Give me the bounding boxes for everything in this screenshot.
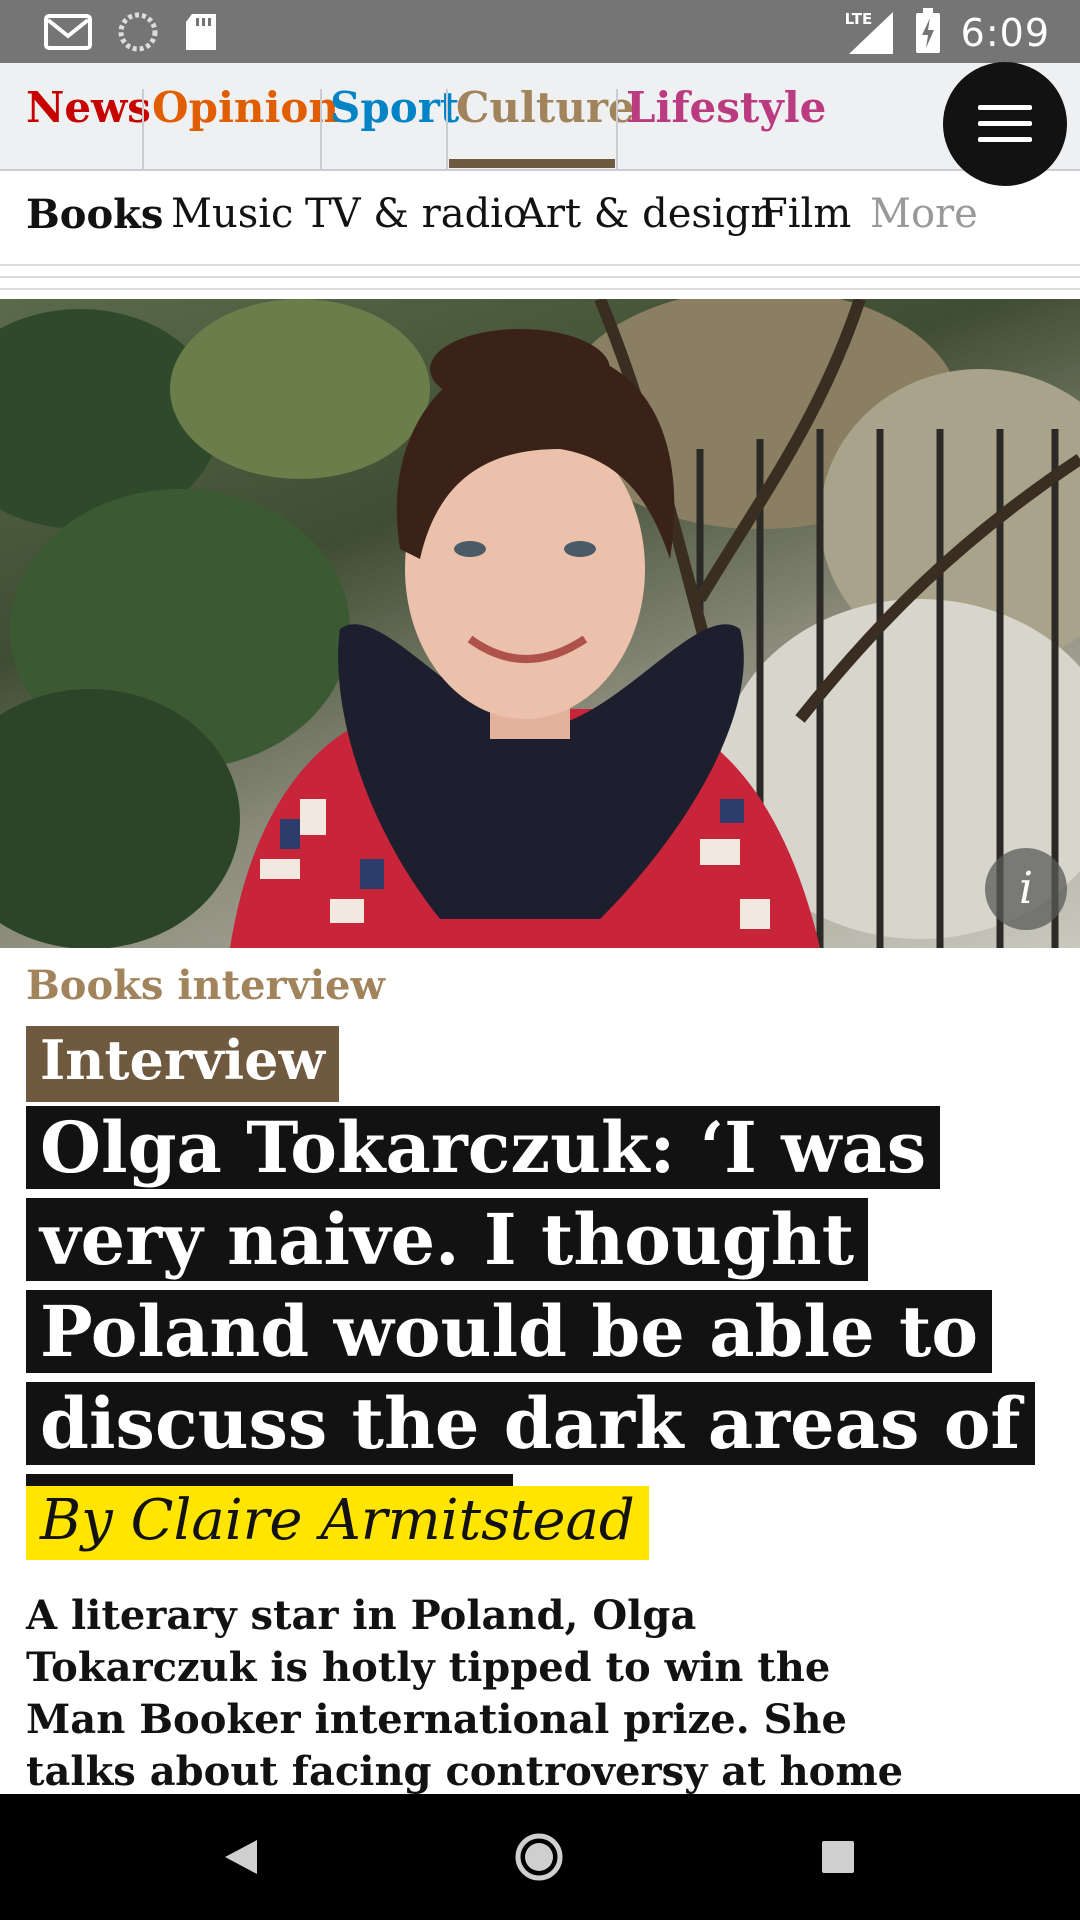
subnav-more[interactable]: More	[870, 191, 978, 237]
network-type: LTE	[844, 10, 873, 28]
article-kicker[interactable]: Books interview	[26, 962, 385, 1009]
pillar-lifestyle[interactable]: Lifestyle	[618, 63, 826, 169]
pillar-nav: News Opinion Sport Culture Lifestyle	[0, 63, 1080, 171]
subnav-books[interactable]: Books	[26, 191, 163, 238]
sync-icon	[118, 12, 158, 56]
series-badge: Interview	[26, 1026, 340, 1102]
system-nav-bar	[0, 1794, 1080, 1920]
pillar-news[interactable]: News	[18, 63, 151, 169]
hamburger-icon-line	[978, 137, 1032, 142]
hero-image	[0, 299, 1080, 948]
signal-icon: LTE	[845, 10, 895, 56]
home-button[interactable]	[464, 1794, 614, 1920]
hamburger-icon-line	[978, 105, 1032, 110]
active-pillar-indicator	[449, 159, 615, 168]
pillar-culture[interactable]: Culture	[448, 63, 635, 169]
recents-icon	[822, 1841, 854, 1873]
pillar-sport[interactable]: Sport	[322, 63, 459, 169]
back-icon	[225, 1840, 257, 1874]
divider	[0, 276, 1080, 278]
divider	[0, 264, 1080, 266]
status-bar: LTE 6:09	[0, 0, 1080, 63]
section-subnav: Books Music TV & radio Art & design Film…	[0, 171, 1080, 265]
divider	[0, 288, 1080, 290]
info-icon: i	[1018, 863, 1034, 914]
article-byline[interactable]: By Claire Armitstead	[26, 1486, 649, 1560]
gmail-icon	[44, 12, 92, 56]
clock: 6:09	[960, 11, 1050, 55]
back-button[interactable]	[165, 1794, 315, 1920]
home-icon	[515, 1833, 563, 1881]
hero-photo-illustration	[0, 299, 1080, 948]
sd-card-icon	[184, 12, 218, 56]
subnav-tv-radio[interactable]: TV & radio	[305, 191, 527, 237]
menu-button[interactable]	[943, 62, 1067, 186]
subnav-film[interactable]: Film	[760, 191, 851, 237]
pillar-opinion[interactable]: Opinion	[144, 63, 339, 169]
battery-charging-icon	[915, 8, 941, 58]
hamburger-icon-line	[978, 121, 1032, 126]
recents-button[interactable]	[763, 1794, 913, 1920]
subnav-music[interactable]: Music	[171, 191, 293, 237]
image-info-button[interactable]: i	[985, 848, 1067, 930]
subnav-art-design[interactable]: Art & design	[517, 191, 776, 237]
